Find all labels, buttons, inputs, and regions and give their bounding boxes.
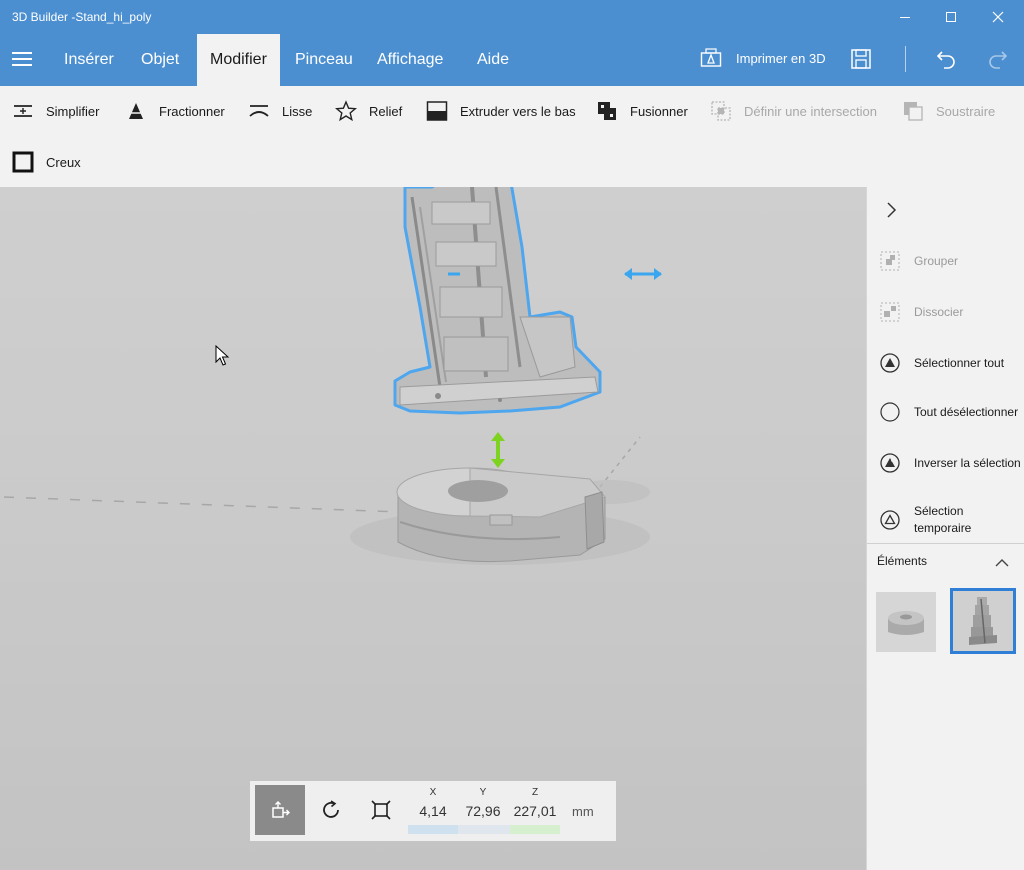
elements-title: Éléments	[877, 554, 928, 568]
rotate-icon	[323, 800, 339, 818]
subtract-button[interactable]: Soustraire	[902, 100, 995, 122]
move-icon	[272, 801, 290, 818]
merge-button[interactable]: Fusionner	[596, 100, 688, 122]
invert-selection-button[interactable]: Inverser la sélection	[879, 452, 1022, 474]
selected-tower-model[interactable]	[393, 187, 602, 415]
hamburger-menu-icon[interactable]	[12, 52, 32, 66]
group-button[interactable]: Grouper	[879, 250, 1022, 272]
redo-icon[interactable]	[987, 47, 1009, 69]
x-label: X	[429, 787, 437, 798]
modifier-ribbon: Simplifier Fractionner Lisse Relief Extr…	[0, 86, 1024, 187]
smooth-button[interactable]: Lisse	[248, 100, 312, 122]
print-3d-button[interactable]: Imprimer en 3D	[700, 48, 826, 68]
title-and-tabs-bar: 3D Builder -Stand_hi_poly Insérer Objet …	[0, 0, 1024, 86]
x-axis-indicator	[408, 825, 458, 834]
elements-header[interactable]: Éléments	[867, 543, 1024, 583]
y-axis-indicator	[458, 825, 510, 834]
tab-affichage[interactable]: Affichage	[377, 34, 443, 86]
tab-modifier[interactable]: Modifier	[197, 34, 280, 86]
title-bar: 3D Builder -Stand_hi_poly	[0, 0, 1024, 34]
z-value[interactable]: 227,01	[510, 803, 560, 819]
temporary-selection-button[interactable]: Sélection temporaire	[879, 503, 1022, 537]
tab-pinceau[interactable]: Pinceau	[295, 34, 353, 86]
intersect-button[interactable]: Définir une intersection	[710, 100, 877, 122]
maximize-button[interactable]	[928, 0, 974, 34]
extrude-down-icon	[426, 101, 448, 121]
mouse-pointer-icon	[215, 345, 230, 366]
chevron-up-icon[interactable]	[995, 558, 1009, 568]
printer-3d-icon	[700, 48, 722, 67]
scale-tool-button[interactable]	[356, 785, 406, 835]
element-thumbnail-tower[interactable]	[950, 588, 1016, 654]
tab-inserer[interactable]: Insérer	[64, 34, 114, 86]
ungroup-button[interactable]: Dissocier	[879, 301, 1022, 323]
unit-label: mm	[572, 804, 594, 819]
3d-scene	[3, 187, 662, 565]
horizontal-move-handle[interactable]	[624, 268, 662, 280]
base-model[interactable]	[396, 467, 606, 563]
minimize-button[interactable]	[882, 0, 928, 34]
close-button[interactable]	[975, 0, 1021, 34]
merge-icon	[598, 102, 616, 120]
tab-objet[interactable]: Objet	[141, 34, 179, 86]
save-icon[interactable]	[850, 48, 872, 70]
maximize-icon	[946, 12, 956, 22]
y-label: Y	[479, 787, 487, 798]
transform-bar: X 4,14 Y 72,96 Z 227,01 mm	[250, 781, 616, 841]
move-tool-button[interactable]	[255, 785, 305, 835]
undo-icon[interactable]	[935, 47, 957, 69]
tower-thumbnail-image	[969, 597, 997, 645]
minimize-icon	[900, 16, 910, 18]
hollow-button[interactable]: Creux	[12, 151, 81, 173]
temporary-selection-icon	[880, 510, 900, 530]
scale-icon	[371, 800, 391, 820]
3d-viewport[interactable]	[0, 187, 866, 870]
toolbar-divider	[905, 46, 906, 72]
vertical-move-handle[interactable]	[491, 432, 505, 468]
ungroup-icon	[880, 302, 900, 322]
tab-aide[interactable]: Aide	[477, 34, 509, 86]
x-value[interactable]: 4,14	[408, 803, 458, 819]
simplify-icon	[14, 105, 32, 117]
print-3d-label: Imprimer en 3D	[736, 50, 826, 66]
chevron-right-icon[interactable]	[883, 200, 899, 220]
invert-selection-icon	[880, 453, 900, 473]
hollow-icon	[12, 151, 34, 173]
group-icon	[880, 251, 900, 271]
emboss-icon	[335, 100, 357, 122]
deselect-all-button[interactable]: Tout désélectionner	[879, 401, 1022, 423]
split-icon	[128, 103, 144, 119]
select-all-icon	[880, 353, 900, 373]
deselect-all-icon	[880, 402, 900, 422]
smooth-icon	[249, 105, 269, 117]
base-thumbnail-image	[888, 611, 924, 635]
selection-panel: Grouper Dissocier Sélectionner tout Tout…	[866, 187, 1024, 870]
y-value[interactable]: 72,96	[458, 803, 508, 819]
split-button[interactable]: Fractionner	[125, 100, 225, 122]
z-label: Z	[531, 787, 539, 798]
element-thumbnail-base[interactable]	[876, 592, 936, 652]
ribbon-tabs: Insérer Objet Modifier Pinceau Affichage…	[0, 34, 1024, 86]
extrude-down-button[interactable]: Extruder vers le bas	[426, 100, 576, 122]
subtract-icon	[904, 102, 923, 121]
window-title: 3D Builder -Stand_hi_poly	[12, 10, 152, 24]
select-all-button[interactable]: Sélectionner tout	[879, 352, 1022, 374]
emboss-button[interactable]: Relief	[335, 100, 402, 122]
close-icon	[992, 11, 1004, 23]
rotate-tool-button[interactable]	[306, 785, 356, 835]
intersect-icon	[711, 101, 731, 121]
z-axis-indicator	[510, 825, 560, 834]
simplify-button[interactable]: Simplifier	[12, 100, 99, 122]
